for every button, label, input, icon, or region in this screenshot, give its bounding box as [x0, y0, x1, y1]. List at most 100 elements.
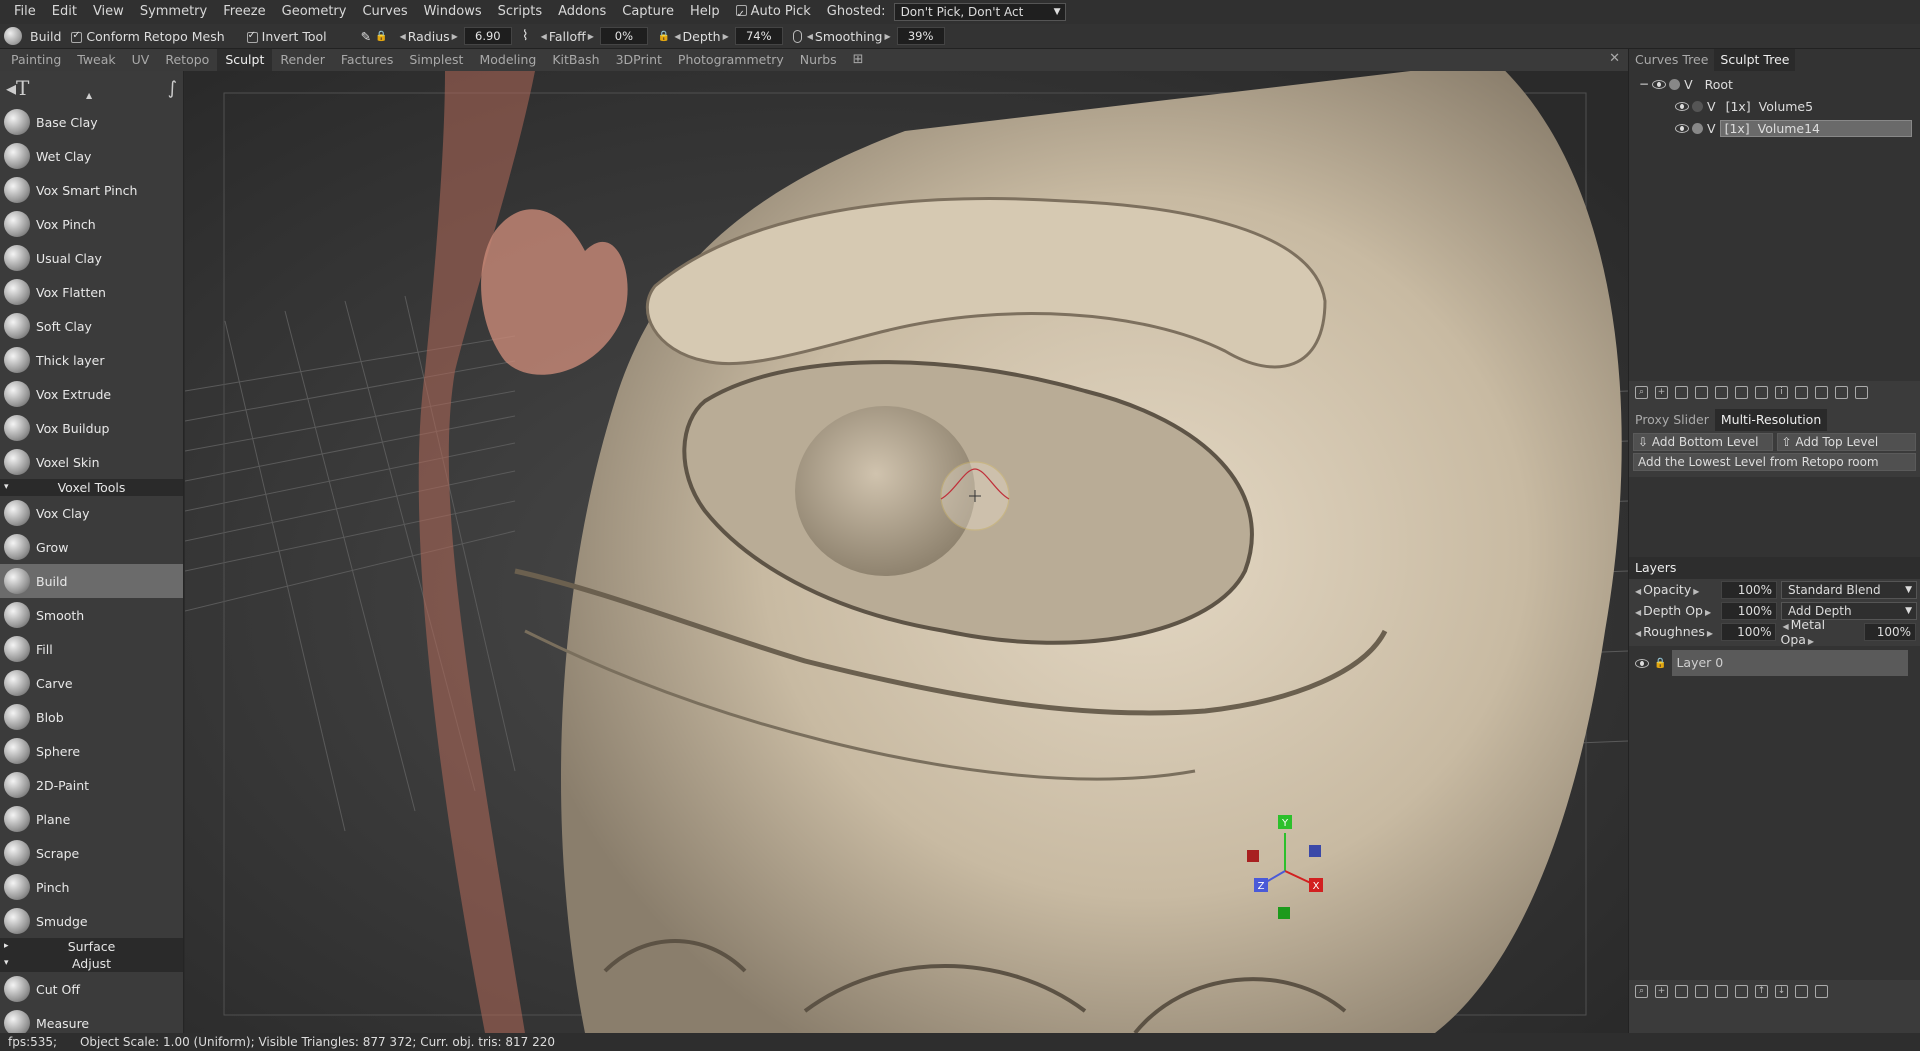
- radius-control[interactable]: ◀ Radius ▶ 6.90: [398, 27, 512, 45]
- tool-carve[interactable]: Carve: [0, 666, 183, 700]
- menu-scripts[interactable]: Scripts: [490, 0, 550, 24]
- tool-fill[interactable]: Fill: [0, 632, 183, 666]
- split-icon[interactable]: [1755, 385, 1768, 399]
- clear-icon[interactable]: [1795, 984, 1808, 998]
- ghost-icon[interactable]: [1692, 122, 1703, 134]
- falloff-curve-icon[interactable]: ⌇: [522, 28, 529, 44]
- tool-cut-off[interactable]: Cut Off: [0, 972, 183, 1006]
- section-surface[interactable]: ▸ Surface: [0, 938, 183, 955]
- tool-vox-clay[interactable]: Vox Clay: [0, 496, 183, 530]
- metal-value[interactable]: 100%: [1864, 622, 1916, 641]
- tool-usual-clay[interactable]: Usual Clay: [0, 241, 183, 275]
- lock-icon[interactable]: 🔒: [1654, 658, 1666, 669]
- search-icon[interactable]: ⌕: [1635, 984, 1648, 998]
- delete-icon[interactable]: [1815, 984, 1828, 998]
- close-icon[interactable]: ✕: [1609, 51, 1620, 66]
- menu-geometry[interactable]: Geometry: [274, 0, 355, 24]
- tool-vox-flatten[interactable]: Vox Flatten: [0, 275, 183, 309]
- 3d-viewport[interactable]: Y X Z: [185, 71, 1628, 1033]
- tool-base-clay[interactable]: Base Clay: [0, 105, 183, 139]
- add-lowest-level-button[interactable]: Add the Lowest Level from Retopo room: [1633, 453, 1916, 471]
- move-out-icon[interactable]: [1855, 385, 1868, 399]
- menu-edit[interactable]: Edit: [44, 0, 85, 24]
- tab-curves-tree[interactable]: Curves Tree: [1629, 49, 1714, 71]
- tool-blob[interactable]: Blob: [0, 700, 183, 734]
- opacity-value[interactable]: 100%: [1721, 580, 1777, 599]
- menu-capture[interactable]: Capture: [614, 0, 682, 24]
- search-icon[interactable]: ⌕: [1635, 385, 1648, 399]
- collapse-icon[interactable]: −: [1639, 77, 1649, 91]
- radius-value[interactable]: 6.90: [463, 27, 512, 45]
- tab-simplest[interactable]: Simplest: [401, 49, 471, 71]
- tool-smudge[interactable]: Smudge: [0, 904, 183, 938]
- falloff-value[interactable]: 0%: [599, 27, 648, 45]
- folder-icon[interactable]: [1675, 984, 1688, 998]
- pen-icon[interactable]: ✎ 🔒: [361, 29, 388, 44]
- instance-icon[interactable]: [1695, 385, 1708, 399]
- layer-name[interactable]: Layer 0: [1672, 650, 1909, 676]
- depth-value[interactable]: 74%: [734, 27, 783, 45]
- tool-vox-buildup[interactable]: Vox Buildup: [0, 411, 183, 445]
- text-tool-icon[interactable]: ◂T: [6, 76, 29, 100]
- falloff-control[interactable]: ◀ Falloff ▶ 0%: [539, 27, 648, 45]
- tool-2d-paint[interactable]: 2D-Paint: [0, 768, 183, 802]
- eye-icon[interactable]: [1635, 658, 1649, 668]
- tree-item-root[interactable]: − V Root: [1629, 73, 1920, 95]
- grid-icon[interactable]: [1795, 385, 1808, 399]
- tab-sculpt[interactable]: Sculpt: [217, 49, 273, 71]
- tab-tweak[interactable]: Tweak: [69, 49, 123, 71]
- section-voxel-tools[interactable]: ▾ Voxel Tools: [0, 479, 183, 496]
- move-down-icon[interactable]: ↓: [1775, 984, 1788, 998]
- tool-scrape[interactable]: Scrape: [0, 836, 183, 870]
- tool-vox-extrude[interactable]: Vox Extrude: [0, 377, 183, 411]
- add-volume-icon[interactable]: +: [1655, 385, 1668, 399]
- menu-windows[interactable]: Windows: [416, 0, 490, 24]
- depth-mode-dropdown[interactable]: Add Depth ▼: [1781, 601, 1917, 620]
- tool-thick-layer[interactable]: Thick layer: [0, 343, 183, 377]
- tool-soft-clay[interactable]: Soft Clay: [0, 309, 183, 343]
- copy-icon[interactable]: [1715, 385, 1728, 399]
- tool-plane[interactable]: Plane: [0, 802, 183, 836]
- delete-icon[interactable]: [1835, 385, 1848, 399]
- menu-curves[interactable]: Curves: [354, 0, 415, 24]
- add-room-icon[interactable]: ⊞: [845, 49, 872, 71]
- menu-addons[interactable]: Addons: [550, 0, 614, 24]
- ghost-icon[interactable]: [1669, 78, 1681, 90]
- ghosted-dropdown[interactable]: Don't Pick, Don't Act ▼: [893, 3, 1066, 21]
- tab-multi-resolution[interactable]: Multi-Resolution: [1714, 409, 1828, 431]
- tool-build[interactable]: Build: [0, 564, 183, 598]
- tab-factures[interactable]: Factures: [333, 49, 401, 71]
- ghost-icon[interactable]: [1692, 100, 1703, 112]
- current-tool[interactable]: Build: [4, 27, 61, 45]
- tab-modeling[interactable]: Modeling: [471, 49, 544, 71]
- add-top-level-button[interactable]: ⇧ Add Top Level: [1776, 433, 1916, 451]
- metal-control[interactable]: ◀ Metal Opa ▶: [1780, 617, 1860, 647]
- info-icon[interactable]: i: [1775, 385, 1788, 399]
- smoothing-control[interactable]: ◀ Smoothing ▶ 39%: [792, 27, 945, 45]
- blend-mode-dropdown[interactable]: Standard Blend ▼: [1781, 580, 1917, 599]
- tool-grow[interactable]: Grow: [0, 530, 183, 564]
- opacity-control[interactable]: ◀ Opacity ▶: [1633, 582, 1717, 597]
- tool-smooth[interactable]: Smooth: [0, 598, 183, 632]
- merge-down-icon[interactable]: [1715, 984, 1728, 998]
- eye-icon[interactable]: [1675, 101, 1689, 111]
- tool-vox-pinch[interactable]: Vox Pinch: [0, 207, 183, 241]
- tab-uv[interactable]: UV: [124, 49, 158, 71]
- roughness-control[interactable]: ◀ Roughnes ▶: [1633, 624, 1717, 639]
- menu-help[interactable]: Help: [682, 0, 728, 24]
- tool-pinch[interactable]: Pinch: [0, 870, 183, 904]
- eye-icon[interactable]: [1652, 79, 1667, 89]
- tool-measure[interactable]: Measure: [0, 1006, 183, 1033]
- section-adjust[interactable]: ▾ Adjust: [0, 955, 183, 972]
- tab-3dprint[interactable]: 3DPrint: [608, 49, 670, 71]
- menu-file[interactable]: File: [6, 0, 44, 24]
- depth-op-value[interactable]: 100%: [1721, 601, 1777, 620]
- menu-freeze[interactable]: Freeze: [215, 0, 273, 24]
- tab-photogrammetry[interactable]: Photogrammetry: [670, 49, 792, 71]
- tab-painting[interactable]: Painting: [3, 49, 69, 71]
- tab-kitbash[interactable]: KitBash: [544, 49, 607, 71]
- menu-view[interactable]: View: [85, 0, 132, 24]
- tool-wet-clay[interactable]: Wet Clay: [0, 139, 183, 173]
- add-folder-icon[interactable]: [1675, 385, 1688, 399]
- layer-row[interactable]: 🔒 Layer 0: [1629, 646, 1920, 680]
